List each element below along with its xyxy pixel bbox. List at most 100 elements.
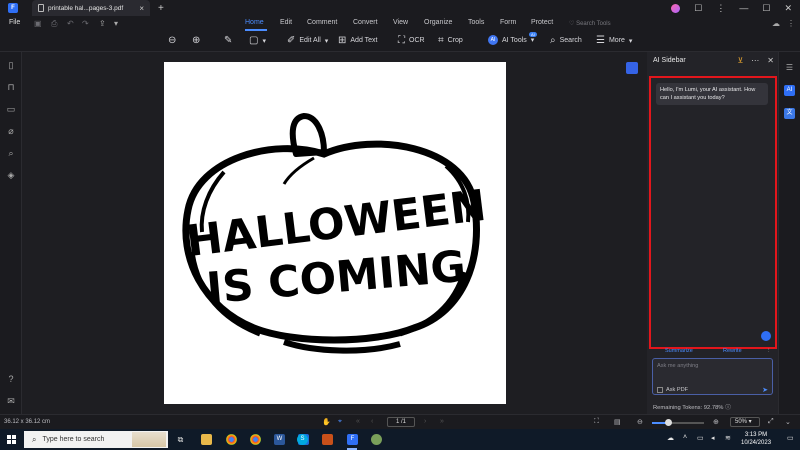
more-options-icon[interactable]: ⋯	[751, 56, 759, 65]
menu-organize[interactable]: Organize	[424, 19, 452, 26]
skype-icon[interactable]: S	[297, 434, 308, 445]
share-icon[interactable]: ⇪	[99, 19, 106, 28]
page-number-field[interactable]: 1 /1	[387, 417, 415, 427]
rectangle-icon: ▢	[249, 35, 259, 46]
next-page-icon[interactable]: ›	[424, 418, 426, 425]
menu-form[interactable]: Form	[500, 19, 516, 26]
redo-icon[interactable]: ↷	[82, 19, 89, 28]
fullscreen-icon[interactable]: ⤢	[768, 418, 774, 426]
notification-icon[interactable]: ☐	[694, 3, 702, 14]
rewrite-chip[interactable]: Rewrite	[723, 348, 742, 354]
zoom-in-button[interactable]: ⊕	[192, 35, 200, 46]
upload-cloud-icon[interactable]: ☁	[772, 19, 780, 28]
shape-button[interactable]: ▢ ▾	[249, 35, 266, 46]
highlight-button[interactable]: ✎	[224, 35, 232, 46]
pumpkin-app-icon[interactable]	[322, 434, 333, 445]
hand-tool-icon[interactable]: ✋	[322, 418, 331, 426]
close-window-button[interactable]: ✕	[784, 3, 792, 14]
show-hidden-icons[interactable]: ˄	[683, 434, 687, 441]
properties-icon[interactable]: ☰	[784, 62, 795, 73]
menu-tools[interactable]: Tools	[468, 19, 484, 26]
more-button[interactable]: ☰ More ▾	[596, 35, 632, 46]
ask-input[interactable]: Ask me anything Ask PDF ➤	[652, 358, 773, 395]
zoom-in-icon[interactable]: ⊕	[713, 418, 719, 426]
search-tools[interactable]: ♡ Search Tools	[569, 20, 611, 27]
close-tab-icon[interactable]: ×	[139, 4, 144, 13]
minimize-button[interactable]: —	[739, 3, 748, 13]
file-menu[interactable]: File	[9, 19, 20, 26]
zoom-level-field[interactable]: 50% ▾	[730, 417, 760, 427]
cart-icon[interactable]: ⊻	[737, 56, 743, 65]
zoom-out-button[interactable]: ⊖	[168, 35, 176, 46]
ocr-button[interactable]: ⛶ OCR	[398, 35, 425, 46]
new-tab-button[interactable]: +	[158, 3, 164, 14]
menu-convert[interactable]: Convert	[353, 19, 378, 26]
help-icon[interactable]: ?	[6, 374, 16, 384]
comment-icon[interactable]: ▭	[6, 104, 16, 114]
settings-icon[interactable]: ⋮	[716, 3, 725, 14]
ai-sidebar-icon[interactable]: AI	[784, 85, 795, 96]
zoom-slider-handle[interactable]	[664, 419, 672, 426]
volume-icon[interactable]: ◂	[711, 434, 715, 442]
menu-comment[interactable]: Comment	[307, 19, 337, 26]
undo-icon[interactable]: ↶	[67, 19, 74, 28]
chrome-profile-icon[interactable]	[250, 434, 261, 445]
collapse-icon[interactable]: ⌄	[785, 418, 791, 426]
menu-view[interactable]: View	[393, 19, 408, 26]
system-clock[interactable]: 3:13 PM 10/24/2023	[741, 431, 771, 447]
chips-more-icon[interactable]: ⋮	[766, 348, 772, 354]
attachment-icon[interactable]: ⌀	[6, 126, 16, 136]
language-icon[interactable]: ≋	[725, 434, 731, 442]
info-icon[interactable]: ⓘ	[725, 405, 731, 411]
task-view-icon[interactable]: ⧉	[175, 434, 186, 445]
print-icon[interactable]: ⎙	[51, 19, 57, 29]
bookmark-icon[interactable]: ⊓	[6, 82, 16, 92]
app-icon[interactable]	[371, 434, 382, 445]
feedback-icon[interactable]: ✉	[6, 396, 16, 406]
avatar[interactable]	[671, 3, 681, 13]
chrome-icon[interactable]	[226, 434, 237, 445]
last-page-icon[interactable]: »	[440, 418, 444, 425]
status-bar: 36.12 x 36.12 cm ✋ ⌖ « ‹ 1 /1 › » ⛶ ▤ ⊖ …	[0, 414, 800, 429]
taskbar-search[interactable]: ⌕ Type here to search	[24, 431, 168, 448]
menu-home[interactable]: Home	[245, 19, 264, 26]
menu-edit[interactable]: Edit	[280, 19, 292, 26]
more-options-icon[interactable]: ⋮	[787, 19, 795, 28]
ai-assistant-float-button[interactable]	[626, 62, 638, 74]
thumbnail-icon[interactable]: ▯	[6, 60, 16, 70]
lumi-icon[interactable]	[761, 331, 771, 341]
save-icon[interactable]: ▣	[34, 19, 42, 28]
prev-page-icon[interactable]: ‹	[371, 418, 373, 425]
fit-page-icon[interactable]: ⛶	[594, 418, 599, 426]
search-button[interactable]: ⌕ Search	[550, 35, 582, 46]
close-icon[interactable]: ✕	[767, 56, 774, 65]
first-page-icon[interactable]: «	[356, 418, 360, 425]
summarize-chip[interactable]: Summarize	[665, 348, 693, 354]
network-icon[interactable]: ▭	[697, 434, 704, 442]
pdfelement-taskbar-icon[interactable]: F	[347, 434, 358, 445]
view-mode-icon[interactable]: ▤	[614, 418, 621, 426]
edit-all-button[interactable]: ✐ Edit All ▾	[287, 35, 328, 46]
select-tool-icon[interactable]: ⌖	[338, 418, 342, 426]
quick-access-dropdown-icon[interactable]: ▾	[114, 19, 118, 28]
start-button[interactable]	[7, 435, 16, 444]
zoom-slider[interactable]	[652, 419, 704, 426]
app-logo-icon[interactable]: F	[8, 3, 18, 13]
zoom-out-icon[interactable]: ⊖	[637, 418, 643, 426]
document-tab[interactable]: printable hal...pages-3.pdf ×	[32, 0, 150, 16]
add-text-button[interactable]: ⊞ Add Text	[338, 35, 378, 46]
layers-icon[interactable]: ◈	[6, 170, 16, 180]
send-icon[interactable]: ➤	[762, 386, 768, 394]
notifications-icon[interactable]: ▭	[787, 434, 794, 442]
search-panel-icon[interactable]: ⌕	[6, 148, 16, 158]
ai-tools-button[interactable]: AI AI Tools ▾	[488, 35, 534, 45]
word-icon[interactable]: W	[274, 434, 285, 445]
document-canvas[interactable]: HALLOWEEN IS COMING	[22, 52, 647, 414]
weather-icon[interactable]: ☁	[667, 434, 674, 442]
maximize-button[interactable]: ☐	[762, 3, 770, 14]
file-explorer-icon[interactable]	[201, 434, 212, 445]
crop-button[interactable]: ⌗ Crop	[438, 35, 463, 46]
ask-pdf-checkbox[interactable]	[657, 387, 663, 393]
menu-protect[interactable]: Protect	[531, 19, 553, 26]
translate-icon[interactable]: 文	[784, 108, 795, 119]
